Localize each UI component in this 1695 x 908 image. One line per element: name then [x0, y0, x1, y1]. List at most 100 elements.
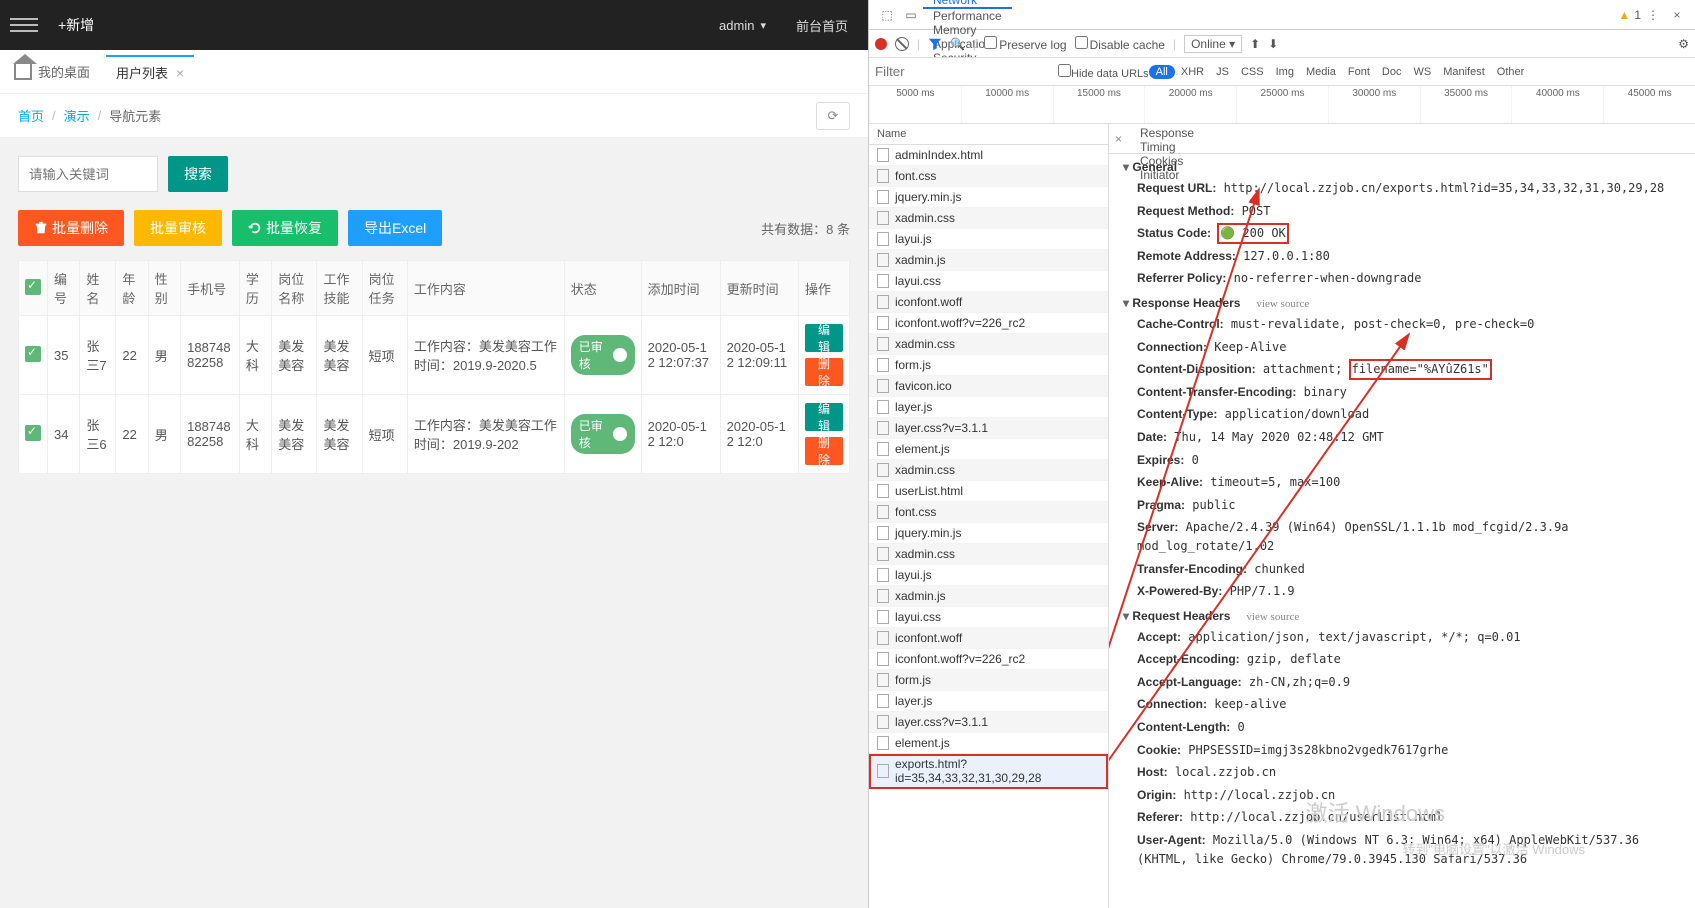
request-row[interactable]: font.css	[869, 502, 1108, 523]
warning-icon[interactable]: ▲	[1618, 8, 1630, 22]
cell-updtime: 2020-05-12 12:0	[720, 395, 798, 474]
request-row[interactable]: jquery.min.js	[869, 187, 1108, 208]
devtools-tab-performance[interactable]: Performance	[923, 9, 1012, 23]
request-row[interactable]: layer.js	[869, 397, 1108, 418]
edit-button[interactable]: 编辑	[805, 403, 843, 431]
request-row[interactable]: layer.css?v=3.1.1	[869, 712, 1108, 733]
filter-type-other[interactable]: Other	[1491, 66, 1531, 78]
detail-tab-cookies[interactable]: Cookies	[1130, 154, 1204, 168]
request-row[interactable]: xadmin.js	[869, 250, 1108, 271]
record-icon[interactable]	[875, 38, 887, 50]
request-row[interactable]: form.js	[869, 670, 1108, 691]
filter-type-js[interactable]: JS	[1210, 66, 1235, 78]
search-button[interactable]: 搜索	[168, 156, 228, 192]
timeline-tick: 5000 ms	[869, 86, 961, 123]
request-row[interactable]: layui.js	[869, 565, 1108, 586]
request-row[interactable]: exports.html?id=35,34,33,32,31,30,29,28	[869, 754, 1108, 789]
request-row[interactable]: jquery.min.js	[869, 523, 1108, 544]
tab-userlist[interactable]: 用户列表×	[106, 55, 194, 88]
close-icon[interactable]: ×	[1669, 7, 1685, 23]
header-row: User-Agent: Mozilla/5.0 (Windows NT 6.3;…	[1109, 829, 1695, 870]
network-timeline[interactable]: 5000 ms10000 ms15000 ms20000 ms25000 ms3…	[869, 86, 1695, 124]
request-row[interactable]: layer.js	[869, 691, 1108, 712]
refresh-button[interactable]: ⟳	[816, 102, 850, 130]
preserve-log-checkbox[interactable]: Preserve log	[984, 36, 1066, 52]
request-headers-section[interactable]: Request Headersview source	[1109, 603, 1695, 626]
header-row: Host: local.zzjob.cn	[1109, 761, 1695, 784]
filter-type-img[interactable]: Img	[1270, 66, 1300, 78]
request-row[interactable]: iconfont.woff	[869, 292, 1108, 313]
upload-icon[interactable]: ⬆	[1250, 37, 1260, 51]
frontend-link[interactable]: 前台首页	[796, 16, 848, 35]
request-row[interactable]: layui.js	[869, 229, 1108, 250]
response-headers-section[interactable]: Response Headersview source	[1109, 290, 1695, 313]
request-row[interactable]: layui.css	[869, 271, 1108, 292]
close-detail-icon[interactable]: ×	[1115, 132, 1122, 146]
request-row[interactable]: form.js	[869, 355, 1108, 376]
request-row[interactable]: layer.css?v=3.1.1	[869, 418, 1108, 439]
filter-type-font[interactable]: Font	[1342, 66, 1376, 78]
request-row[interactable]: element.js	[869, 733, 1108, 754]
request-row[interactable]: userList.html	[869, 481, 1108, 502]
download-icon[interactable]: ⬇	[1268, 37, 1278, 51]
request-row[interactable]: layui.css	[869, 607, 1108, 628]
request-row[interactable]: adminIndex.html	[869, 145, 1108, 166]
request-row[interactable]: iconfont.woff?v=226_rc2	[869, 649, 1108, 670]
search-icon[interactable]: 🔍	[950, 37, 965, 51]
search-input[interactable]	[18, 156, 158, 192]
header-row: Content-Transfer-Encoding: binary	[1109, 381, 1695, 404]
export-excel-button[interactable]: 导出Excel	[348, 210, 442, 246]
request-row[interactable]: xadmin.js	[869, 586, 1108, 607]
menu-toggle-icon[interactable]	[10, 11, 38, 39]
filter-icon[interactable]	[928, 37, 942, 51]
devtools-tab-network[interactable]: Network	[923, 0, 1012, 9]
throttling-select[interactable]: Online ▾	[1184, 35, 1242, 53]
detail-tab-response[interactable]: Response	[1130, 126, 1204, 140]
disable-cache-checkbox[interactable]: Disable cache	[1075, 36, 1165, 52]
request-row[interactable]: xadmin.css	[869, 334, 1108, 355]
tab-desktop[interactable]: 我的桌面	[14, 62, 90, 81]
add-new-button[interactable]: +新增	[58, 15, 94, 35]
filter-type-doc[interactable]: Doc	[1376, 66, 1408, 78]
close-icon[interactable]: ×	[176, 65, 184, 81]
clear-icon[interactable]	[895, 37, 909, 51]
request-row[interactable]: iconfont.woff	[869, 628, 1108, 649]
settings-icon[interactable]: ⚙	[1678, 37, 1689, 51]
file-icon	[877, 484, 889, 498]
delete-button[interactable]: 删除	[805, 358, 843, 386]
request-row[interactable]: font.css	[869, 166, 1108, 187]
device-icon[interactable]: ▭	[903, 7, 919, 23]
detail-tab-timing[interactable]: Timing	[1130, 140, 1204, 154]
filter-input[interactable]	[869, 58, 1058, 85]
hide-data-urls-checkbox[interactable]: Hide data URLs	[1058, 64, 1149, 80]
request-row[interactable]: xadmin.css	[869, 544, 1108, 565]
crumb-demo[interactable]: 演示	[64, 106, 90, 125]
header-row: Connection: Keep-Alive	[1109, 336, 1695, 359]
filter-type-manifest[interactable]: Manifest	[1437, 66, 1491, 78]
delete-button[interactable]: 删除	[805, 437, 843, 465]
request-row[interactable]: xadmin.css	[869, 208, 1108, 229]
request-row[interactable]: favicon.ico	[869, 376, 1108, 397]
more-icon[interactable]: ⋮	[1645, 7, 1661, 23]
row-checkbox[interactable]	[25, 346, 41, 362]
user-dropdown[interactable]: admin	[719, 18, 766, 33]
detail-tab-initiator[interactable]: Initiator	[1130, 168, 1204, 182]
select-all-checkbox[interactable]	[25, 279, 41, 295]
filter-type-media[interactable]: Media	[1300, 66, 1342, 78]
request-row[interactable]: xadmin.css	[869, 460, 1108, 481]
filter-type-all[interactable]: All	[1149, 65, 1175, 79]
filter-type-ws[interactable]: WS	[1407, 66, 1437, 78]
request-row[interactable]: iconfont.woff?v=226_rc2	[869, 313, 1108, 334]
batch-delete-button[interactable]: 批量删除	[18, 210, 124, 246]
row-checkbox[interactable]	[25, 425, 41, 441]
edit-button[interactable]: 编辑	[805, 324, 843, 352]
batch-audit-button[interactable]: 批量审核	[134, 210, 222, 246]
filter-type-css[interactable]: CSS	[1235, 66, 1270, 78]
crumb-home[interactable]: 首页	[18, 106, 44, 125]
request-row[interactable]: element.js	[869, 439, 1108, 460]
status-switch[interactable]: 已审核	[571, 414, 635, 454]
batch-restore-button[interactable]: 批量恢复	[232, 210, 338, 246]
filter-type-xhr[interactable]: XHR	[1175, 66, 1210, 78]
status-switch[interactable]: 已审核	[571, 335, 635, 375]
inspect-icon[interactable]: ⬚	[879, 7, 895, 23]
